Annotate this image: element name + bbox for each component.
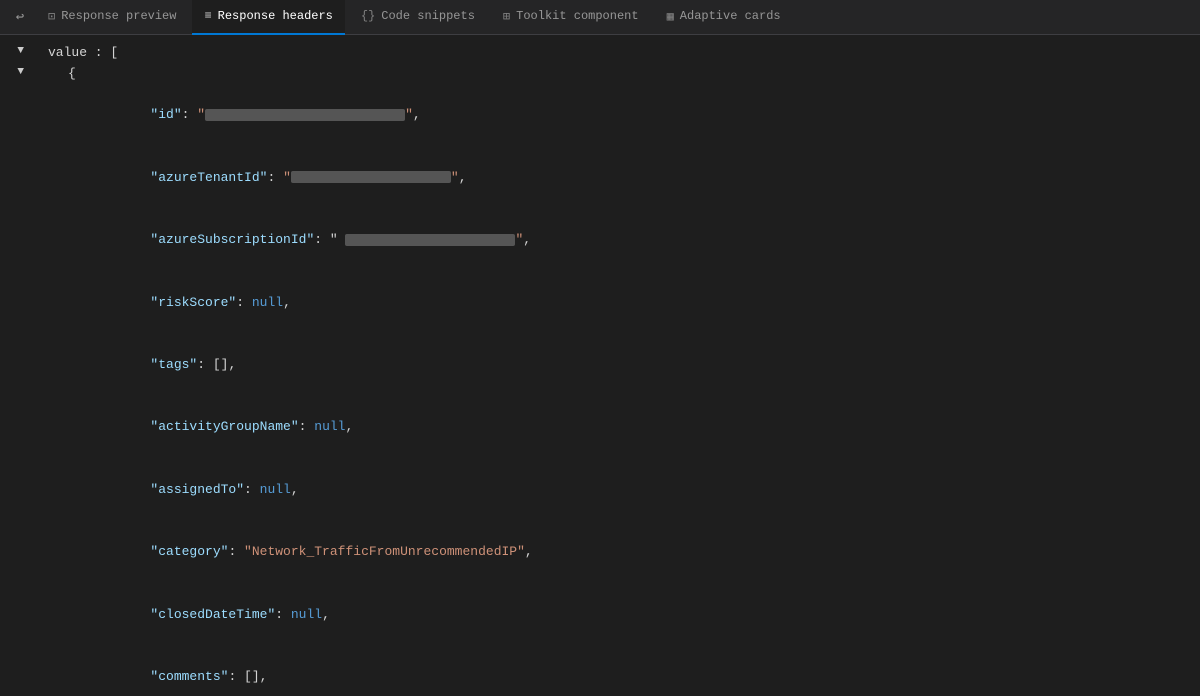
json-line: "tags": [], — [0, 334, 1200, 396]
json-line: "azureSubscriptionId": " ", — [0, 209, 1200, 271]
line-content: "activityGroupName": null, — [28, 397, 1192, 459]
tab-toolkit-component-icon: ⊞ — [503, 9, 510, 24]
json-line: "azureTenantId": " ", — [0, 147, 1200, 209]
line-gutter — [8, 459, 28, 477]
json-line: ▼ { — [0, 64, 1200, 85]
tab-response-preview[interactable]: ⊡ Response preview — [36, 0, 188, 35]
line-content: value : [ — [28, 43, 1192, 64]
line-content: { — [28, 64, 1192, 85]
content-area[interactable]: ▼ value : [ ▼ { "id": " ", "azureTenantI… — [0, 35, 1200, 696]
back-button[interactable]: ↩ — [8, 5, 32, 29]
line-gutter — [8, 272, 28, 290]
collapse-icon[interactable]: ▼ — [8, 64, 28, 82]
line-content: "azureSubscriptionId": " ", — [28, 209, 1192, 271]
line-content: "assignedTo": null, — [28, 459, 1192, 521]
line-gutter — [8, 209, 28, 227]
app-container: ↩ ⊡ Response preview ≡ Response headers … — [0, 0, 1200, 696]
line-content: "id": " ", — [28, 85, 1192, 147]
tab-adaptive-cards-icon: ▦ — [667, 9, 674, 24]
line-gutter — [8, 646, 28, 664]
tab-response-preview-label: Response preview — [61, 9, 176, 23]
line-content: "comments": [], — [28, 646, 1192, 696]
json-line: "riskScore": null, — [0, 272, 1200, 334]
line-gutter — [8, 521, 28, 539]
tab-toolkit-component[interactable]: ⊞ Toolkit component — [491, 0, 651, 35]
json-line: "closedDateTime": null, — [0, 584, 1200, 646]
json-line: "comments": [], — [0, 646, 1200, 696]
tab-code-snippets-label: Code snippets — [381, 9, 475, 23]
line-content: "tags": [], — [28, 334, 1192, 396]
line-content: "riskScore": null, — [28, 272, 1192, 334]
json-line: "activityGroupName": null, — [0, 397, 1200, 459]
tab-bar: ↩ ⊡ Response preview ≡ Response headers … — [0, 0, 1200, 35]
tab-code-snippets[interactable]: {} Code snippets — [349, 0, 487, 35]
line-content: "closedDateTime": null, — [28, 584, 1192, 646]
json-line: "assignedTo": null, — [0, 459, 1200, 521]
tab-response-headers-icon: ≡ — [204, 9, 211, 23]
tab-code-snippets-icon: {} — [361, 9, 375, 23]
collapse-icon[interactable]: ▼ — [8, 43, 28, 61]
line-content: "category": "Network_TrafficFromUnrecomm… — [28, 521, 1192, 583]
line-gutter — [8, 85, 28, 103]
tab-response-preview-icon: ⊡ — [48, 9, 55, 24]
line-content: "azureTenantId": " ", — [28, 147, 1192, 209]
line-gutter — [8, 334, 28, 352]
tab-adaptive-cards[interactable]: ▦ Adaptive cards — [655, 0, 793, 35]
tab-toolkit-component-label: Toolkit component — [516, 9, 638, 23]
tab-adaptive-cards-label: Adaptive cards — [680, 9, 781, 23]
line-gutter — [8, 397, 28, 415]
line-gutter — [8, 147, 28, 165]
tab-response-headers-label: Response headers — [218, 9, 333, 23]
tab-response-headers[interactable]: ≡ Response headers — [192, 0, 344, 35]
json-line: "id": " ", — [0, 85, 1200, 147]
json-line: ▼ value : [ — [0, 43, 1200, 64]
json-line: "category": "Network_TrafficFromUnrecomm… — [0, 521, 1200, 583]
line-gutter — [8, 584, 28, 602]
